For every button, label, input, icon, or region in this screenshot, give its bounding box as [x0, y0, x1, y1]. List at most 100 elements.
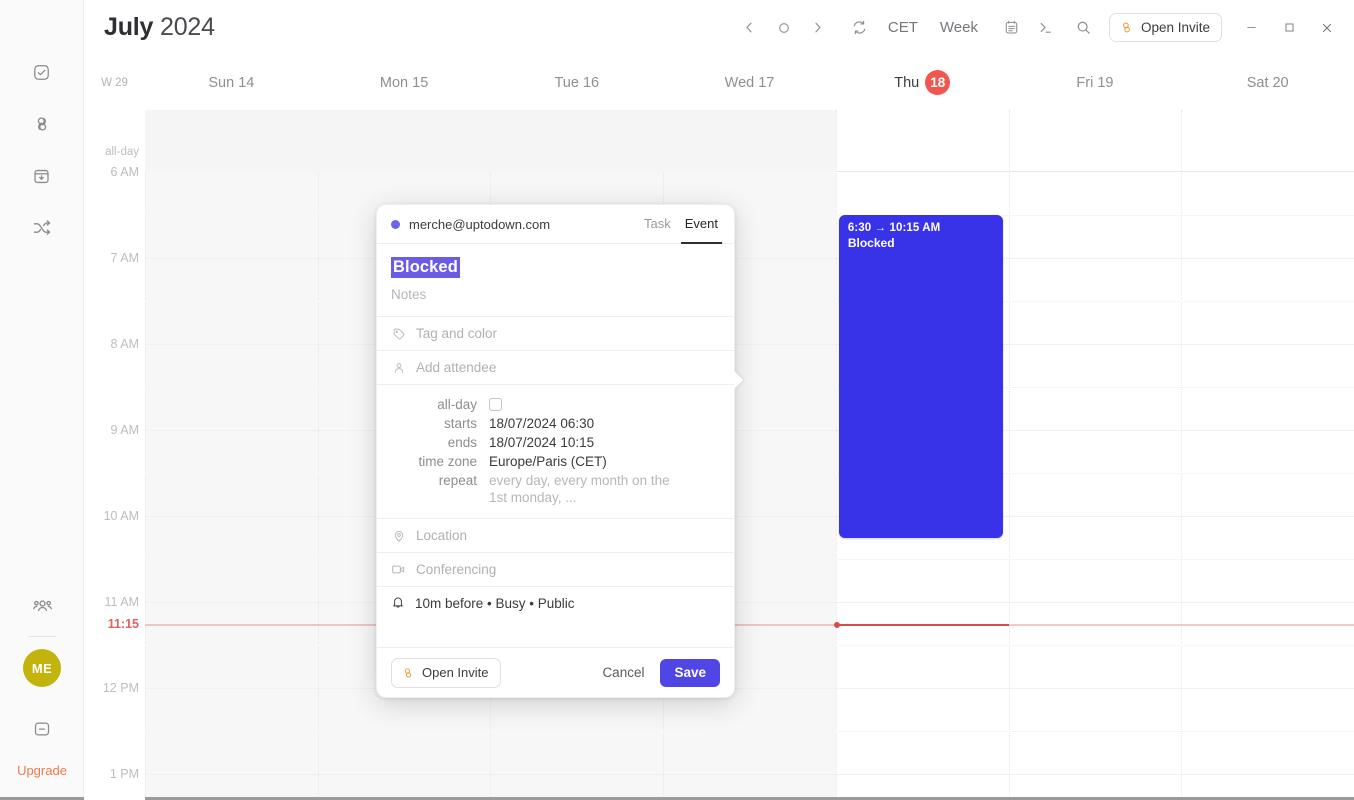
- event-block-blocked[interactable]: 6:30 → 10:15 AM Blocked: [838, 215, 1003, 538]
- popup-title-row: Blocked: [377, 244, 734, 278]
- save-button[interactable]: Save: [660, 658, 720, 687]
- upgrade-link[interactable]: Upgrade: [17, 763, 67, 778]
- sidebar-bottom: ME Upgrade: [0, 590, 84, 800]
- title-month: July: [104, 13, 154, 41]
- agenda-icon[interactable]: [997, 13, 1027, 43]
- invite-logo-icon: [1122, 22, 1130, 33]
- time-label-11am: 11 AM: [104, 595, 139, 609]
- hour-line: [145, 688, 1354, 689]
- half-hour-line: [145, 215, 1354, 216]
- starts-value[interactable]: 18/07/2024 06:30: [489, 415, 594, 432]
- hour-line: [145, 258, 1354, 259]
- calendar-icon[interactable]: [26, 713, 58, 745]
- tag-and-color-row[interactable]: Tag and color: [377, 316, 734, 350]
- cancel-button[interactable]: Cancel: [596, 665, 650, 680]
- avatar[interactable]: ME: [23, 649, 61, 687]
- half-hour-line: [145, 731, 1354, 732]
- day-column-sat-20[interactable]: [1181, 110, 1354, 800]
- day-header-fri-19[interactable]: Fri 19: [1009, 70, 1182, 95]
- day-header-row: W 29 Sun 14 Mon 15 Tue 16 Wed 17 Thu 18 Fri 19…: [84, 55, 1354, 110]
- calendar-app-window: ME Upgrade July 2024 CET Week Open Invit…: [0, 0, 1354, 800]
- now-line-segment: [835, 623, 1009, 626]
- tasks-icon[interactable]: [26, 56, 58, 88]
- maximize-button[interactable]: [1272, 13, 1306, 43]
- time-label-1pm: 1 PM: [109, 767, 139, 781]
- tag-icon: [391, 327, 406, 341]
- now-line-segment: [1008, 623, 1354, 626]
- hour-line: [145, 516, 1354, 517]
- location-pin-icon: [391, 529, 406, 543]
- invite-logo-icon: [404, 667, 412, 678]
- hour-line: [145, 774, 1354, 775]
- attendee-placeholder: Add attendee: [416, 360, 497, 375]
- day-header-sat-20[interactable]: Sat 20: [1181, 70, 1354, 95]
- now-line-dot: [833, 621, 840, 628]
- hour-line: [145, 602, 1354, 603]
- repeat-label: repeat: [438, 473, 477, 488]
- day-name: Thu: [894, 74, 920, 91]
- day-header-thu-18[interactable]: Thu 18: [836, 70, 1009, 95]
- ends-value[interactable]: 18/07/2024 10:15: [489, 434, 594, 451]
- top-toolbar: July 2024 CET Week Open Invite: [84, 0, 1354, 55]
- day-header-tue-16[interactable]: Tue 16: [490, 70, 663, 95]
- timezone-button[interactable]: CET: [879, 13, 927, 43]
- close-button[interactable]: [1310, 13, 1344, 43]
- event-title-input[interactable]: Blocked: [391, 257, 460, 278]
- popup-open-invite-button[interactable]: Open Invite: [391, 657, 501, 688]
- account-email[interactable]: merche@uptodown.com: [409, 217, 550, 232]
- repeat-value[interactable]: every day, every month on the 1st monday…: [489, 472, 689, 506]
- popup-footer: Open Invite Cancel Save: [377, 647, 734, 697]
- location-row[interactable]: Location: [377, 518, 734, 552]
- archive-icon[interactable]: [26, 160, 58, 192]
- console-icon[interactable]: [1031, 13, 1061, 43]
- day-header-sun-14[interactable]: Sun 14: [145, 70, 318, 95]
- all-day-label: all-day: [437, 397, 477, 412]
- bell-icon: [391, 595, 405, 612]
- sidebar-divider: [28, 636, 56, 637]
- toolbar-actions: CET Week Open Invite: [735, 13, 1354, 43]
- shuffle-icon[interactable]: [26, 212, 58, 244]
- account-color-dot: [391, 219, 400, 229]
- time-label-7am: 7 AM: [110, 251, 140, 265]
- calendar-canvas[interactable]: 6:30 → 10:15 AM Blocked: [145, 110, 1354, 800]
- when-section: all-day starts 18/07/2024 06:30 ends 18/…: [377, 384, 734, 518]
- half-hour-line: [145, 387, 1354, 388]
- notes-input[interactable]: Notes: [377, 278, 734, 316]
- popup-pointer: [734, 371, 743, 389]
- prev-week-button[interactable]: [735, 13, 765, 43]
- title-year: 2024: [159, 13, 215, 41]
- invite-link-icon[interactable]: [26, 108, 58, 140]
- tab-event[interactable]: Event: [680, 205, 722, 244]
- person-icon: [391, 361, 406, 375]
- all-day-row: all-day: [377, 396, 720, 413]
- timezone-label: time zone: [418, 454, 477, 469]
- tag-placeholder: Tag and color: [416, 326, 498, 341]
- location-placeholder: Location: [416, 528, 468, 543]
- page-title: July 2024: [104, 13, 215, 42]
- tab-task[interactable]: Task: [640, 205, 675, 244]
- open-invite-button[interactable]: Open Invite: [1108, 13, 1222, 42]
- add-attendee-row[interactable]: Add attendee: [377, 350, 734, 384]
- time-label-12pm: 12 PM: [102, 681, 139, 695]
- minimize-button[interactable]: [1234, 13, 1268, 43]
- half-hour-line: [145, 473, 1354, 474]
- all-day-checkbox[interactable]: [489, 398, 502, 411]
- search-icon[interactable]: [1069, 13, 1099, 43]
- contacts-icon[interactable]: [26, 590, 58, 622]
- conferencing-row[interactable]: Conferencing: [377, 552, 734, 586]
- time-label-10am: 10 AM: [103, 509, 139, 523]
- day-column-fri-19[interactable]: [1008, 110, 1182, 800]
- popup-open-invite-label: Open Invite: [422, 665, 489, 680]
- timezone-value[interactable]: Europe/Paris (CET): [489, 453, 607, 470]
- time-label-6am: 6 AM: [110, 165, 140, 179]
- next-week-button[interactable]: [803, 13, 833, 43]
- alert-visibility-row[interactable]: 10m before • Busy • Public: [377, 586, 734, 620]
- refresh-icon[interactable]: [845, 13, 875, 43]
- hour-line: [145, 430, 1354, 431]
- popup-header: merche@uptodown.com Task Event: [377, 205, 734, 244]
- day-column-sun-14[interactable]: [145, 110, 318, 800]
- day-header-wed-17[interactable]: Wed 17: [663, 70, 836, 95]
- today-button[interactable]: [769, 13, 799, 43]
- view-selector[interactable]: Week: [931, 13, 987, 43]
- day-header-mon-15[interactable]: Mon 15: [318, 70, 491, 95]
